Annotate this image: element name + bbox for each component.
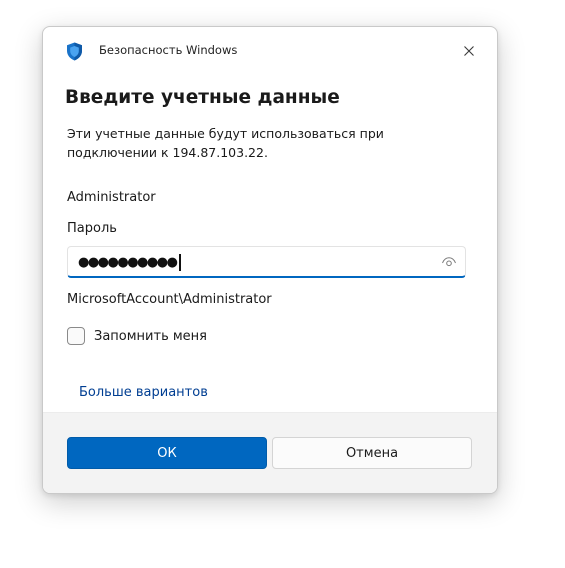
dialog-heading: Введите учетные данные xyxy=(65,87,340,108)
remember-me-label[interactable]: Запомнить меня xyxy=(94,329,207,344)
ok-button[interactable]: ОК xyxy=(67,437,267,469)
credentials-dialog: Безопасность Windows Введите учетные дан… xyxy=(42,26,498,494)
remember-me-checkbox[interactable] xyxy=(67,327,85,345)
title-bar: Безопасность Windows xyxy=(43,27,497,75)
more-options-link[interactable]: Больше вариантов xyxy=(79,385,208,400)
window-title: Безопасность Windows xyxy=(99,43,238,57)
remember-me-row[interactable]: Запомнить меня xyxy=(67,327,207,345)
password-value: ●●●●●●●●●● xyxy=(78,254,181,271)
dialog-description: Эти учетные данные будут использоваться … xyxy=(67,126,384,160)
shield-icon xyxy=(67,42,82,61)
password-label: Пароль xyxy=(67,221,117,236)
username-label: Administrator xyxy=(67,190,156,205)
close-icon xyxy=(464,46,474,56)
text-caret xyxy=(179,254,181,271)
close-button[interactable] xyxy=(453,39,485,63)
account-name: MicrosoftAccount\Administrator xyxy=(67,292,272,307)
cancel-button[interactable]: Отмена xyxy=(272,437,472,469)
password-mask: ●●●●●●●●●● xyxy=(78,255,178,270)
dialog-footer: ОК Отмена xyxy=(43,412,497,493)
password-field[interactable]: ●●●●●●●●●● xyxy=(67,246,466,278)
eye-icon[interactable] xyxy=(441,255,457,269)
